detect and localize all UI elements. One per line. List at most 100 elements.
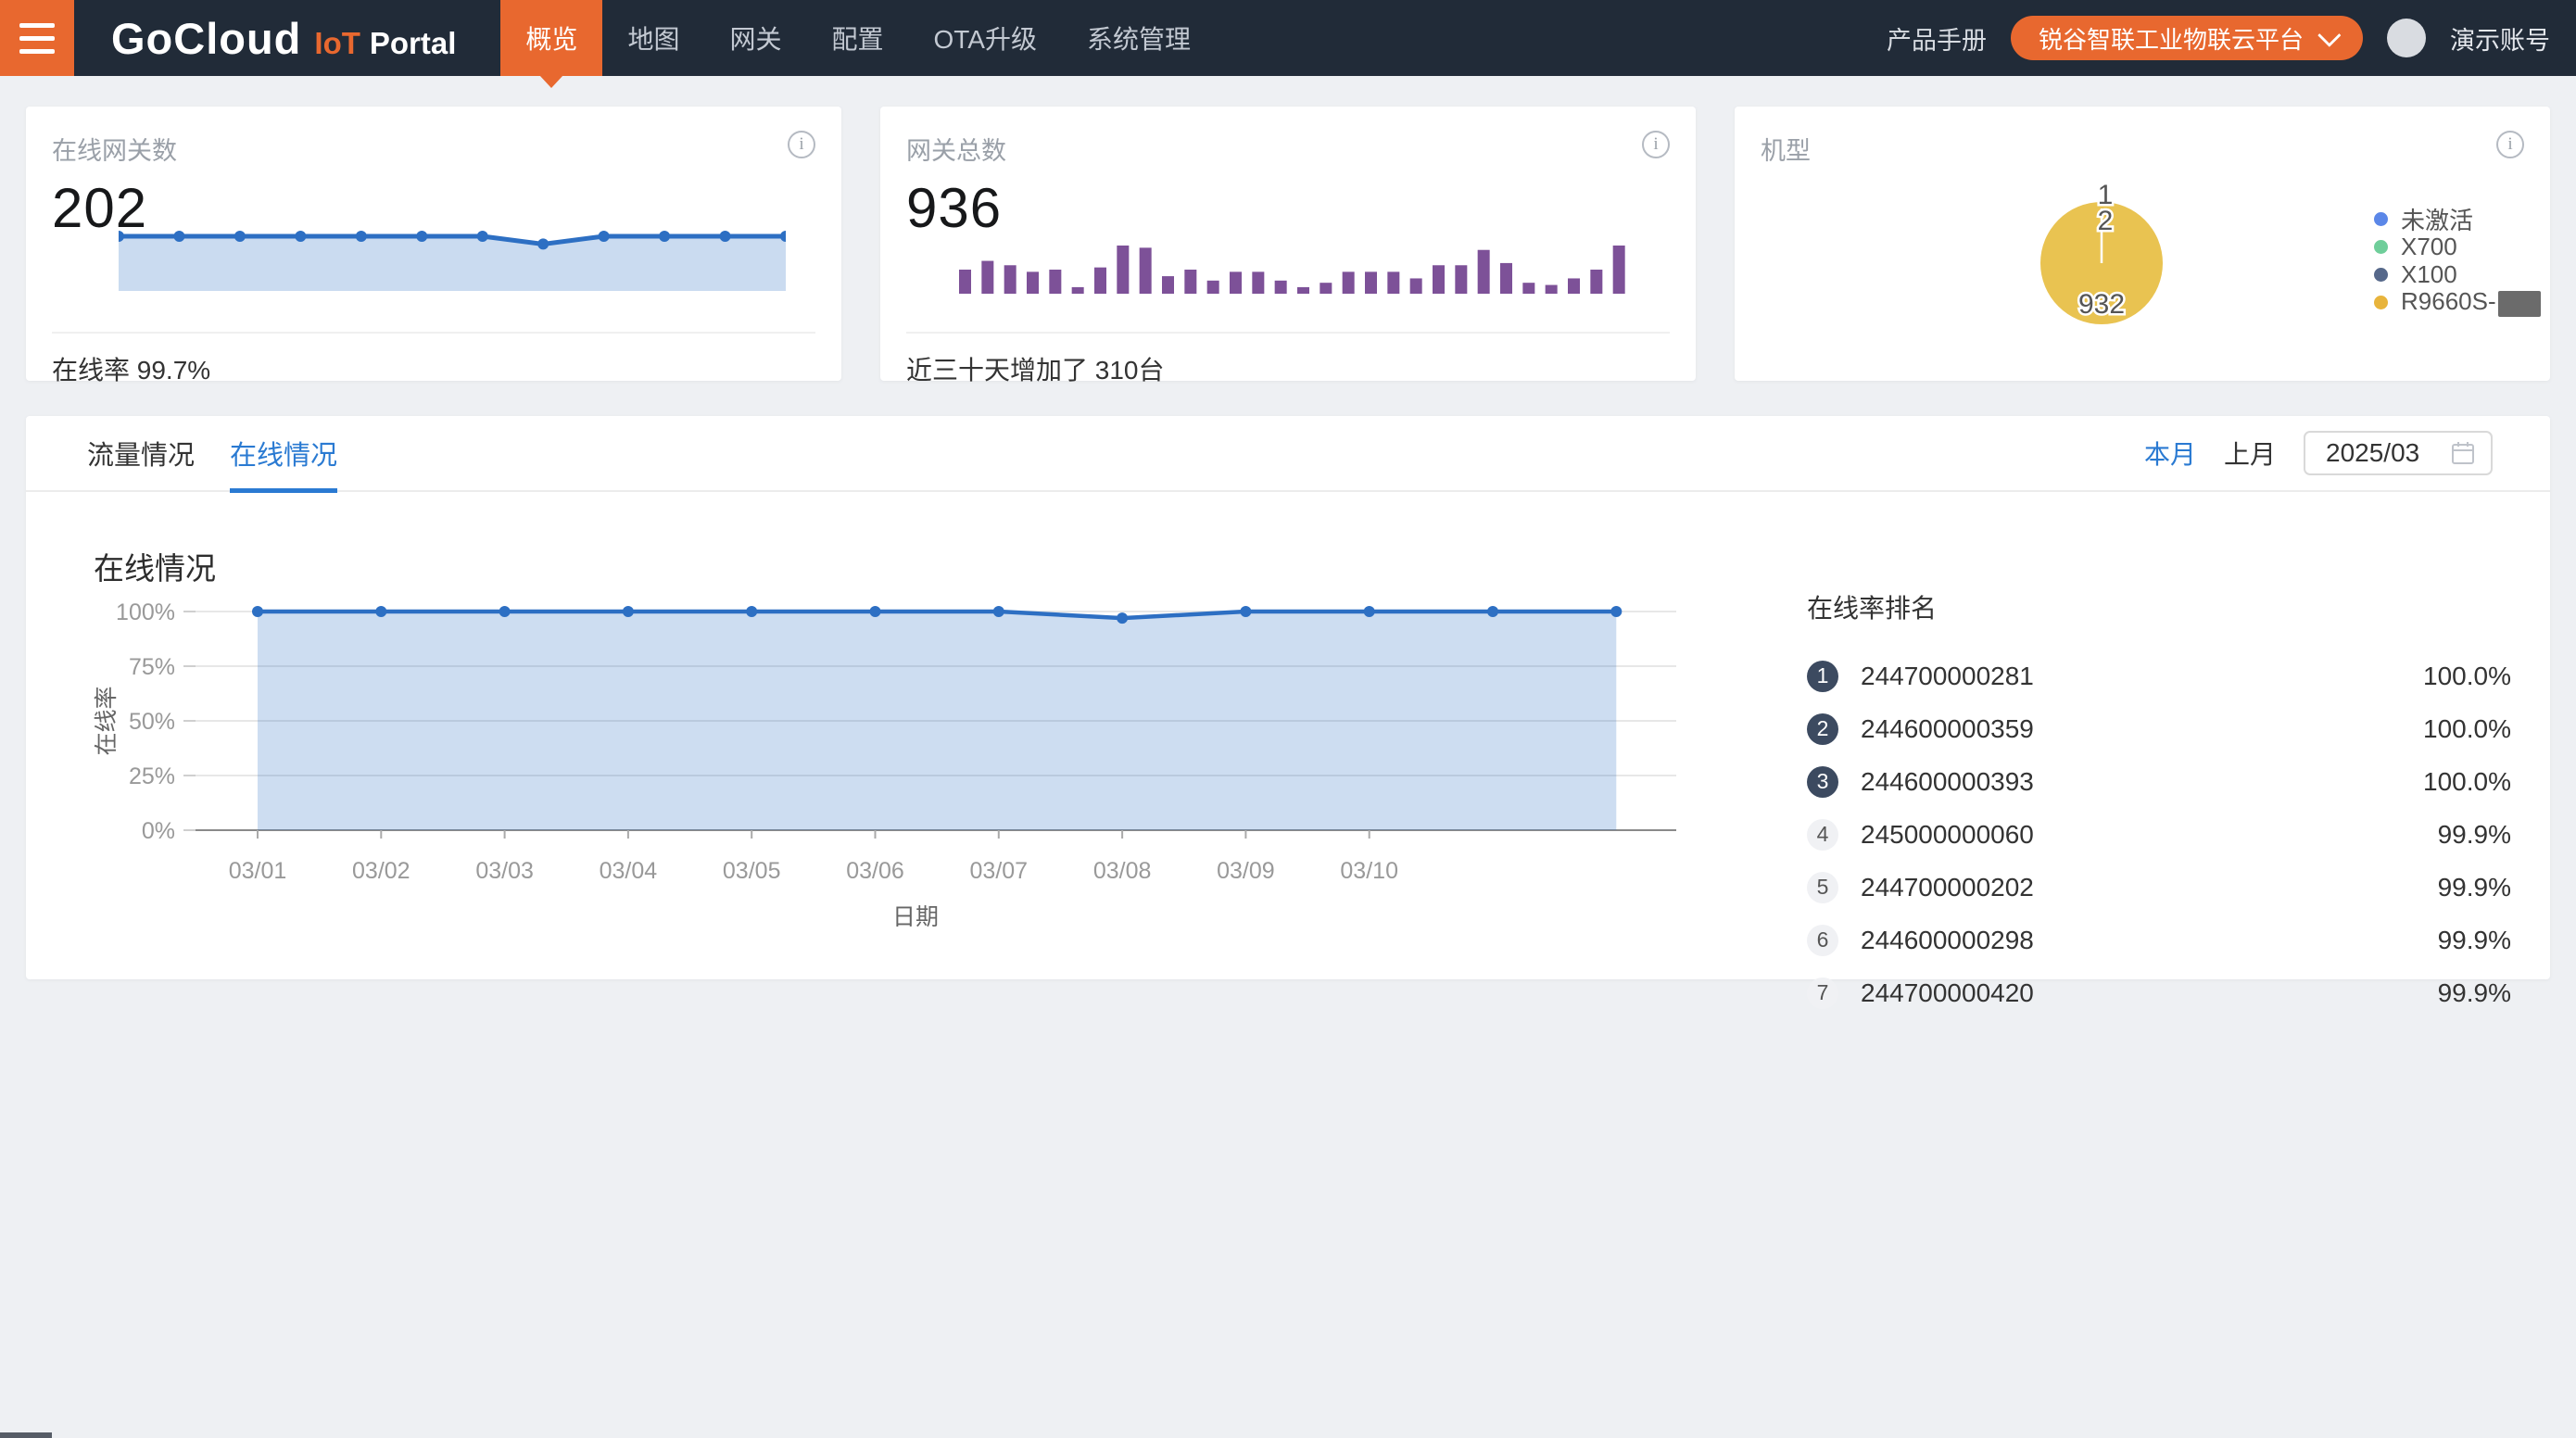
- online-rate-value: 99.9%: [2438, 820, 2511, 850]
- svg-text:25%: 25%: [129, 763, 175, 789]
- online-rate-value: 100.0%: [2423, 714, 2511, 744]
- chevron-down-icon: [2317, 23, 2341, 46]
- svg-text:03/07: 03/07: [970, 858, 1029, 884]
- online-rate-value: 99.9%: [2438, 978, 2511, 1008]
- gateway-id: 244700000202: [1861, 873, 2034, 902]
- legend-item-1[interactable]: X700: [2374, 233, 2541, 260]
- svg-text:03/03: 03/03: [475, 858, 534, 884]
- horizontal-scrollbar-thumb[interactable]: [0, 1432, 52, 1438]
- rank-badge: 4: [1807, 819, 1838, 851]
- legend-item-0[interactable]: 未激活: [2374, 205, 2541, 233]
- svg-text:03/09: 03/09: [1217, 858, 1275, 884]
- gateway-id: 244700000420: [1861, 978, 2034, 1008]
- ranking-row-5: 5 244700000202 99.9%: [1807, 861, 2511, 914]
- total-added-footer: 近三十天增加了 310台: [906, 332, 1670, 381]
- gateway-id: 244600000359: [1861, 714, 2034, 744]
- gateway-id: 244700000281: [1861, 662, 2034, 691]
- card-model-title: 机型: [1761, 131, 1811, 167]
- stat-cards-row: 在线网关数 i 202 在线率 99.7% 网关总数 i 936 近三十天增加了…: [26, 107, 2550, 381]
- online-rate-line-chart: 100% 75% 50% 25% 0% 03/01 03/02 03/03 03/04 03/05…: [26, 492, 1787, 978]
- svg-text:932: 932: [2078, 289, 2125, 320]
- ranking-list: 1244700000281100.0%2244600000359100.0%32…: [1807, 650, 2511, 1019]
- platform-dropdown-label: 锐谷智联工业物联云平台: [2039, 21, 2304, 56]
- main-nav: 概览地图网关配置OTA升级系统管理: [500, 0, 1216, 76]
- online-rate-footer: 在线率 99.7%: [52, 332, 815, 381]
- card-online-gateways: 在线网关数 i 202 在线率 99.7%: [26, 107, 841, 381]
- card-model-types: 机型 i 12932 未激活X700X100R9660S-: [1735, 107, 2550, 381]
- legend-dot: [2374, 240, 2388, 254]
- legend-item-2[interactable]: X100: [2374, 260, 2541, 288]
- avatar[interactable]: [2387, 19, 2426, 57]
- calendar-icon: [2450, 440, 2476, 466]
- svg-text:2: 2: [2098, 206, 2114, 236]
- month-picker-value: 2025/03: [2326, 438, 2450, 468]
- legend-dot: [2374, 212, 2388, 226]
- info-icon[interactable]: i: [788, 131, 815, 158]
- svg-text:50%: 50%: [129, 709, 175, 735]
- logo-portal: Portal: [370, 26, 457, 61]
- detail-section: 流量情况 在线情况 本月 上月 2025/03 在线情况 100%75%50%2…: [26, 416, 2550, 979]
- last-month-button[interactable]: 上月: [2224, 435, 2276, 472]
- online-chart-area: 在线情况 100%75%50%25%0%03/0103/0203/0303/04…: [26, 492, 2550, 978]
- svg-text:03/08: 03/08: [1093, 858, 1152, 884]
- online-rate-value: 100.0%: [2423, 662, 2511, 691]
- svg-text:03/02: 03/02: [352, 858, 410, 884]
- svg-text:03/10: 03/10: [1340, 858, 1398, 884]
- online-rate-ranking: 在线率排名 1244700000281100.0%224460000035910…: [1807, 588, 2511, 1019]
- svg-text:03/06: 03/06: [846, 858, 904, 884]
- svg-text:在线率: 在线率: [94, 686, 120, 755]
- tab-traffic[interactable]: 流量情况: [87, 415, 195, 491]
- nav-item-4[interactable]: OTA升级: [908, 0, 1061, 76]
- nav-item-0[interactable]: 概览: [500, 0, 602, 76]
- total-gateways-bar-chart: [959, 246, 1635, 296]
- product-manual-link[interactable]: 产品手册: [1887, 20, 1987, 57]
- nav-item-3[interactable]: 配置: [806, 0, 908, 76]
- ranking-row-2: 2244600000359100.0%: [1807, 702, 2511, 755]
- ranking-row-3: 3244600000393100.0%: [1807, 755, 2511, 808]
- ranking-title: 在线率排名: [1807, 588, 2511, 625]
- svg-text:100%: 100%: [116, 599, 175, 625]
- platform-dropdown-button[interactable]: 锐谷智联工业物联云平台: [2011, 16, 2363, 60]
- rank-badge: 6: [1807, 925, 1838, 956]
- info-icon[interactable]: i: [1642, 131, 1670, 158]
- svg-text:03/04: 03/04: [600, 858, 658, 884]
- gateway-id: 244600000393: [1861, 767, 2034, 797]
- hamburger-menu-button[interactable]: [0, 0, 74, 76]
- svg-text:03/05: 03/05: [723, 858, 781, 884]
- online-rate-value: 99.9%: [2438, 926, 2511, 955]
- online-sparkline-chart: [119, 216, 786, 309]
- model-legend: 未激活X700X100R9660S-: [2374, 205, 2541, 316]
- card-total-title: 网关总数: [906, 131, 1006, 167]
- legend-dot: [2374, 296, 2388, 309]
- section-tabbar: 流量情况 在线情况 本月 上月 2025/03: [26, 416, 2550, 492]
- logo-brand: GoCloud: [111, 13, 301, 64]
- rank-badge: 1: [1807, 661, 1838, 692]
- ranking-row-4: 424500000006099.9%: [1807, 808, 2511, 861]
- svg-text:日期: 日期: [892, 904, 939, 930]
- this-month-button[interactable]: 本月: [2144, 435, 2196, 472]
- logo-iot: IoT: [314, 26, 360, 61]
- redacted-text-block: [2498, 291, 2541, 317]
- tab-online[interactable]: 在线情况: [230, 415, 337, 491]
- svg-text:03/01: 03/01: [229, 858, 287, 884]
- ranking-row-6: 624460000029899.9%: [1807, 914, 2511, 966]
- nav-item-5[interactable]: 系统管理: [1062, 0, 1216, 76]
- legend-label: X700: [2401, 233, 2457, 261]
- hamburger-icon: [19, 23, 55, 28]
- app-logo: GoCloud IoT Portal: [111, 13, 456, 64]
- info-icon[interactable]: i: [2496, 131, 2524, 158]
- nav-item-1[interactable]: 地图: [602, 0, 704, 76]
- nav-item-2[interactable]: 网关: [704, 0, 806, 76]
- online-rate-value: 99.9%: [2438, 873, 2511, 902]
- header-right: 产品手册 锐谷智联工业物联云平台 演示账号: [1887, 0, 2576, 76]
- legend-label: R9660S-: [2401, 287, 2541, 316]
- svg-text:0%: 0%: [142, 818, 175, 844]
- month-picker[interactable]: 2025/03: [2304, 431, 2493, 475]
- online-rate-value: 100.0%: [2423, 767, 2511, 797]
- total-gateways-value: 936: [906, 176, 1670, 240]
- ranking-row-1: 1 244700000281 100.0%: [1807, 650, 2511, 702]
- rank-badge: 5: [1807, 872, 1838, 903]
- card-total-gateways: 网关总数 i 936 近三十天增加了 310台: [880, 107, 1696, 381]
- legend-item-3[interactable]: R9660S-: [2374, 288, 2541, 316]
- svg-text:75%: 75%: [129, 654, 175, 680]
